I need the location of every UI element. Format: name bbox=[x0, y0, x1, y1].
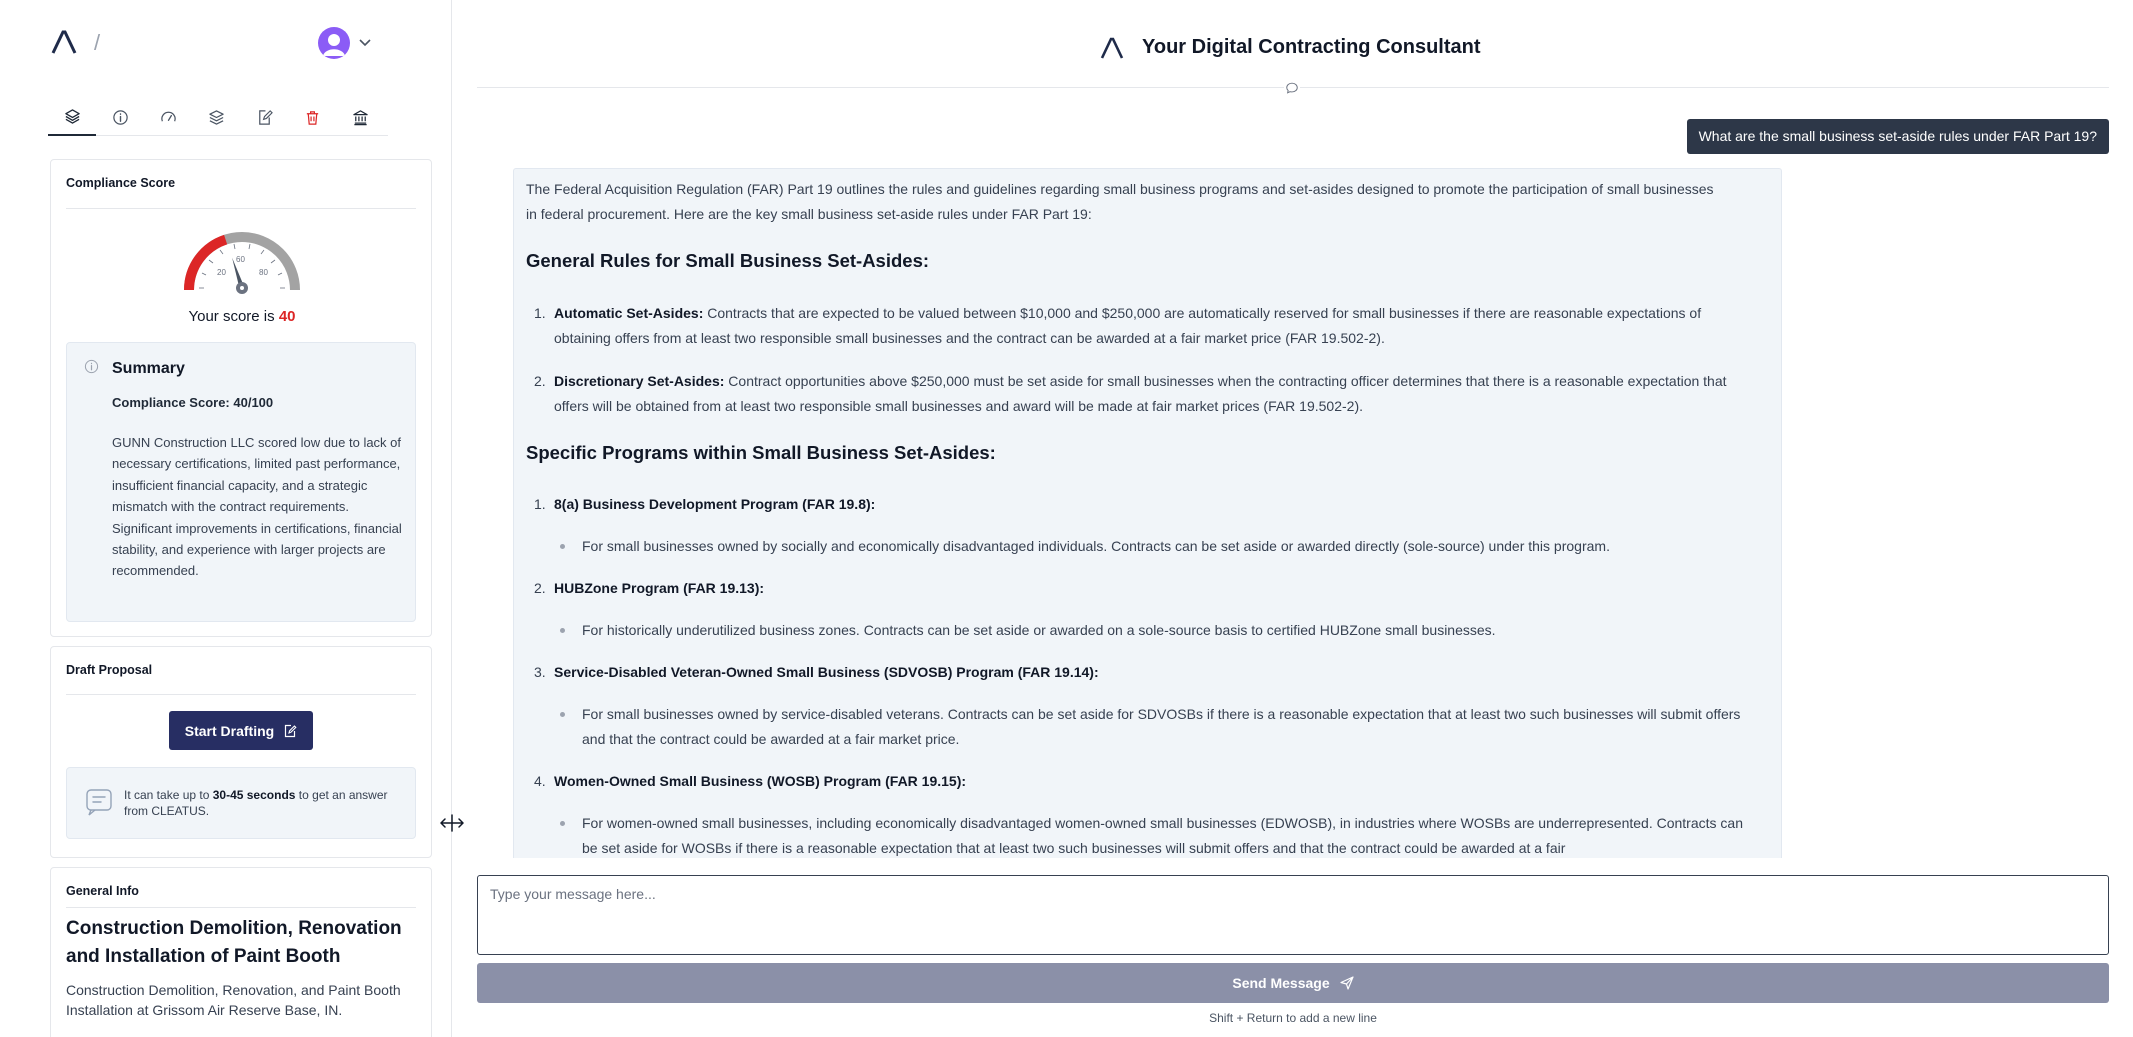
score-prefix: Your score is bbox=[188, 308, 275, 325]
message-input[interactable] bbox=[477, 875, 2109, 955]
send-icon bbox=[1340, 976, 1354, 990]
chat-main: Your Digital Contracting Consultant What… bbox=[453, 0, 2133, 1037]
card-title: Draft Proposal bbox=[66, 663, 153, 677]
tab-score[interactable] bbox=[144, 98, 192, 136]
gauge-icon bbox=[160, 111, 176, 122]
list-term: Discretionary Set-Asides: bbox=[554, 373, 725, 389]
chat-header: Your Digital Contracting Consultant bbox=[453, 0, 2133, 96]
tab-layers[interactable] bbox=[48, 98, 96, 136]
list-term: Service-Disabled Veteran-Owned Small Bus… bbox=[554, 664, 1099, 680]
list-text: Contracts that are expected to be valued… bbox=[554, 305, 1702, 346]
bullet-dot bbox=[560, 628, 565, 633]
wait-prefix: It can take up to bbox=[124, 788, 210, 802]
project-description: Construction Demolition, Renovation, and… bbox=[66, 982, 401, 1018]
sidebar-tabs bbox=[48, 98, 388, 136]
chat-clock-icon bbox=[86, 789, 112, 816]
summary-score: Compliance Score: 40/100 bbox=[112, 395, 274, 410]
chat-thread[interactable]: What are the small business set-aside ru… bbox=[453, 110, 2133, 858]
divider bbox=[66, 907, 416, 908]
summary-panel: Summary Compliance Score: 40/100 GUNN Co… bbox=[66, 342, 416, 622]
input-hint: Shift + Return to add a new line bbox=[1209, 1011, 1377, 1025]
breadcrumb-separator: / bbox=[94, 30, 101, 55]
gauge-tick-label: 20 bbox=[217, 268, 226, 277]
summary-title: Summary bbox=[112, 360, 185, 377]
section-heading: General Rules for Small Business Set-Asi… bbox=[526, 250, 930, 271]
send-message-button[interactable]: Send Message bbox=[477, 963, 2109, 1003]
list-term: 8(a) Business Development Program (FAR 1… bbox=[554, 496, 876, 512]
draft-proposal-card: Draft Proposal Start Drafting It can tak… bbox=[50, 646, 432, 858]
tab-delete[interactable] bbox=[288, 98, 336, 136]
card-title: Compliance Score bbox=[66, 176, 176, 190]
layers-icon bbox=[64, 108, 80, 124]
sidebar-topbar: / bbox=[0, 0, 451, 86]
user-avatar[interactable] bbox=[318, 27, 350, 59]
send-message-label: Send Message bbox=[1232, 975, 1330, 991]
assistant-message: The Federal Acquisition Regulation (FAR)… bbox=[513, 168, 1782, 858]
wait-text: It can take up to 30-45 seconds to get a… bbox=[124, 787, 404, 819]
list-number: 4. bbox=[534, 773, 546, 789]
app-logo-icon[interactable] bbox=[50, 28, 78, 56]
list-number: 3. bbox=[534, 664, 546, 680]
card-title: General Info bbox=[66, 884, 139, 898]
info-icon bbox=[84, 359, 99, 374]
bullet-dot bbox=[560, 544, 565, 549]
section-heading: Specific Programs within Small Business … bbox=[526, 442, 996, 463]
edit-document-icon bbox=[258, 109, 273, 125]
trash-icon bbox=[306, 110, 318, 125]
page-title: Your Digital Contracting Consultant bbox=[1142, 36, 1481, 58]
user-message: What are the small business set-aside ru… bbox=[1686, 119, 2109, 154]
score-value: 40 bbox=[278, 308, 296, 325]
list-number: 2. bbox=[534, 373, 546, 389]
tab-draft[interactable] bbox=[240, 98, 288, 136]
bullet-text: For small businesses owned by service-di… bbox=[582, 706, 1741, 747]
list-term: HUBZone Program (FAR 19.13): bbox=[554, 580, 765, 596]
list-term: Women-Owned Small Business (WOSB) Progra… bbox=[554, 773, 967, 789]
sidebar: / Compliance Score 20 60 80 Your score i… bbox=[0, 0, 452, 1037]
tab-documents[interactable] bbox=[192, 98, 240, 136]
bullet-text: For women-owned small businesses, includ… bbox=[582, 815, 1743, 856]
edit-icon bbox=[285, 724, 297, 737]
bank-icon bbox=[352, 109, 368, 125]
bullet-text: For small businesses owned by socially a… bbox=[582, 538, 1610, 554]
chat-bubble-icon bbox=[1284, 80, 1300, 96]
list-term: Automatic Set-Asides: bbox=[554, 305, 704, 321]
project-title: Construction Demolition, Renovation and … bbox=[66, 918, 402, 967]
tab-agency[interactable] bbox=[336, 98, 384, 136]
bullet-dot bbox=[560, 821, 565, 826]
bullet-text: For historically underutilized business … bbox=[582, 622, 1496, 638]
tab-info[interactable] bbox=[96, 98, 144, 136]
wait-time: 30-45 seconds bbox=[212, 788, 296, 802]
bullet-dot bbox=[560, 712, 565, 717]
list-number: 1. bbox=[534, 496, 546, 512]
list-text: Contract opportunities above $250,000 mu… bbox=[554, 373, 1727, 414]
gauge-fill bbox=[184, 234, 228, 291]
app-logo-icon bbox=[1100, 37, 1124, 59]
list-number: 2. bbox=[534, 580, 546, 596]
compliance-gauge: 20 60 80 bbox=[184, 232, 300, 294]
divider bbox=[66, 208, 416, 209]
user-icon bbox=[323, 34, 345, 56]
start-drafting-button[interactable]: Start Drafting bbox=[169, 711, 313, 750]
stack-icon bbox=[208, 109, 224, 125]
compliance-score-card: Compliance Score 20 60 80 Your score is … bbox=[50, 159, 432, 637]
divider bbox=[66, 694, 416, 695]
list-number: 1. bbox=[534, 305, 546, 321]
intro-paragraph: The Federal Acquisition Regulation (FAR)… bbox=[526, 181, 1714, 222]
gauge-tick-label: 60 bbox=[236, 255, 245, 264]
summary-text: GUNN Construction LLC scored low due to … bbox=[112, 435, 402, 579]
info-icon bbox=[112, 109, 128, 125]
start-drafting-label: Start Drafting bbox=[184, 722, 275, 739]
gauge-tick-label: 80 bbox=[259, 268, 268, 277]
chevron-down-icon[interactable] bbox=[357, 34, 373, 50]
wait-notice: It can take up to 30-45 seconds to get a… bbox=[66, 767, 416, 839]
general-info-card: General Info Construction Demolition, Re… bbox=[50, 867, 432, 1037]
score-readout: Your score is 40 bbox=[51, 308, 433, 325]
